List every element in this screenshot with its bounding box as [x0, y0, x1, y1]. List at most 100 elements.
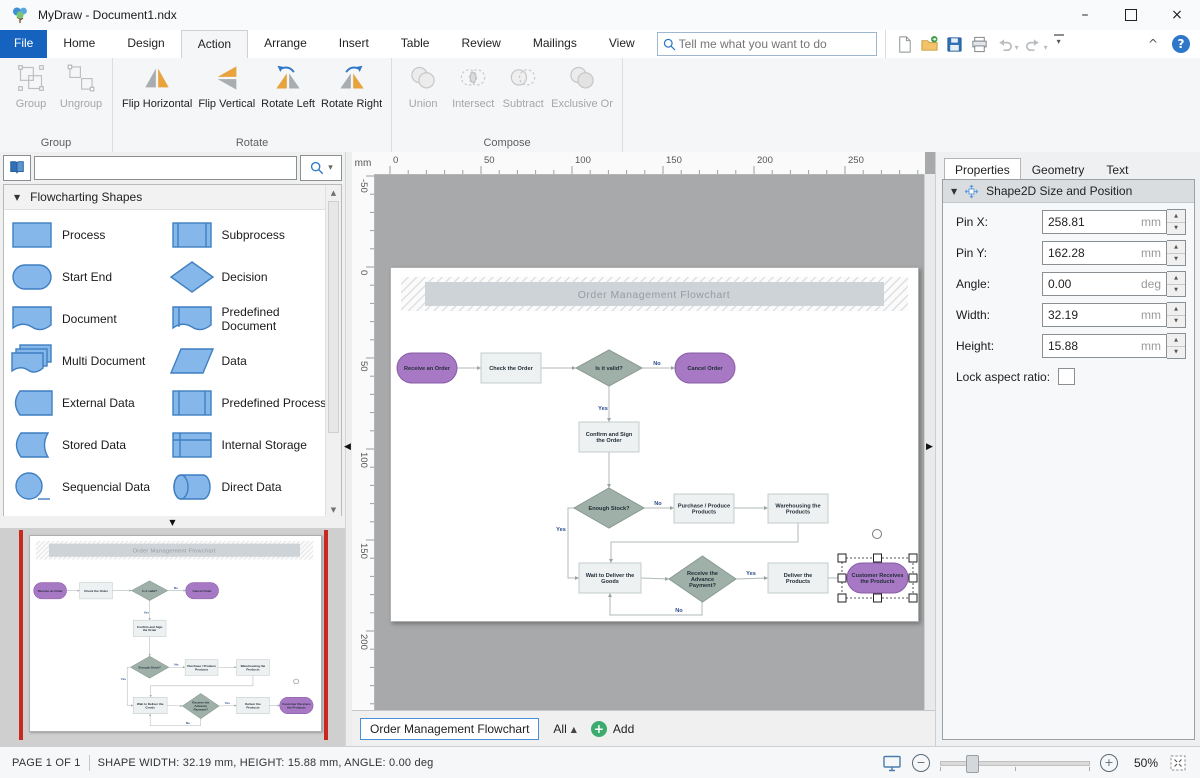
node-is-it-valid[interactable]: Is it valid?: [576, 350, 642, 386]
shape-list-scrollbar[interactable]: ▲ ▼: [325, 185, 341, 517]
shape-item-process[interactable]: Process: [8, 214, 168, 256]
zoom-slider-thumb[interactable]: [966, 755, 979, 773]
group-button[interactable]: Group: [6, 60, 56, 111]
node-wait-deliver[interactable]: Wait to Deliver theGoods: [133, 697, 167, 713]
height-spinner[interactable]: ▲▼: [1167, 333, 1186, 359]
library-book-button[interactable]: [3, 155, 31, 181]
angle-spinner[interactable]: ▲▼: [1167, 271, 1186, 297]
connector[interactable]: [568, 508, 579, 578]
selection-handle[interactable]: [909, 574, 917, 582]
connector[interactable]: [736, 578, 768, 579]
scrollbar-thumb[interactable]: [328, 201, 339, 433]
node-receive-order[interactable]: Receive an Order: [34, 582, 67, 598]
save-button[interactable]: [943, 33, 966, 56]
minimize-button[interactable]: –: [1062, 0, 1108, 30]
library-preview-splitter[interactable]: ▼: [0, 516, 345, 528]
selection-handle[interactable]: [874, 554, 882, 562]
add-page-button[interactable]: + Add: [591, 721, 634, 737]
selection-handle[interactable]: [909, 594, 917, 602]
node-warehousing[interactable]: Warehousing theProducts: [237, 660, 270, 676]
tab-action[interactable]: Action: [181, 30, 248, 58]
connector[interactable]: [167, 705, 182, 706]
node-customer-receives[interactable]: Customer Receivesthe Products: [280, 697, 313, 713]
fit-page-icon[interactable]: [1168, 753, 1188, 773]
node-confirm-sign[interactable]: Confirm and Signthe Order: [579, 422, 639, 452]
shape-item-document[interactable]: Document: [8, 298, 168, 340]
shape2d-section-header[interactable]: ▼ Shape2D Size and Position: [943, 180, 1194, 203]
shape-section-header[interactable]: ▼ Flowcharting Shapes: [4, 185, 341, 210]
drawing-page[interactable]: Order Management FlowchartNoYesNoYesYesN…: [390, 267, 919, 622]
new-document-button[interactable]: [893, 33, 916, 56]
page-tab-active[interactable]: Order Management Flowchart: [360, 718, 539, 740]
pin-x-input[interactable]: 258.81mm: [1042, 210, 1167, 234]
customize-toolbar-button[interactable]: ▾: [1054, 34, 1064, 50]
fit-screen-icon[interactable]: [882, 753, 902, 773]
scroll-up-button[interactable]: ▲: [326, 185, 341, 200]
shape-item-start-end[interactable]: Start End: [8, 256, 168, 298]
connector[interactable]: [219, 705, 236, 706]
spin-down-icon[interactable]: ▼: [1167, 285, 1185, 297]
connection-point[interactable]: [873, 530, 882, 539]
tab-review[interactable]: Review: [445, 30, 516, 58]
chevron-down-icon[interactable]: ▾: [1015, 43, 1019, 52]
spin-up-icon[interactable]: ▲: [1167, 241, 1185, 254]
preview-viewport-indicator-right[interactable]: [324, 530, 328, 740]
shape-item-predefined-process[interactable]: Predefined Process: [168, 382, 328, 424]
node-enough-stock[interactable]: Enough Stock?: [574, 488, 644, 528]
drawing-viewport[interactable]: Order Management FlowchartNoYesNoYesYesN…: [374, 174, 925, 710]
spin-down-icon[interactable]: ▼: [1167, 316, 1185, 328]
width-input[interactable]: 32.19mm: [1042, 303, 1167, 327]
spin-down-icon[interactable]: ▼: [1167, 347, 1185, 359]
tab-home[interactable]: Home: [47, 30, 111, 58]
width-spinner[interactable]: ▲▼: [1167, 302, 1186, 328]
print-button[interactable]: [968, 33, 991, 56]
shape-search-button[interactable]: ▾: [300, 155, 342, 181]
node-warehousing[interactable]: Warehousing theProducts: [768, 494, 828, 523]
redo-button[interactable]: [1022, 33, 1045, 56]
shape-item-predefined-document[interactable]: Predefined Document: [168, 298, 328, 340]
spin-up-icon[interactable]: ▲: [1167, 210, 1185, 223]
node-purchase-produce[interactable]: Purchase / ProduceProducts: [185, 660, 218, 676]
node-cancel-order[interactable]: Cancel Order: [675, 353, 735, 383]
shape-search-input[interactable]: [34, 156, 297, 180]
exclusive-or-button[interactable]: Exclusive Or: [548, 60, 616, 111]
zoom-slider-rail[interactable]: [940, 761, 1090, 766]
rotate-left-button[interactable]: Rotate Left: [258, 60, 318, 111]
tell-me-input[interactable]: [677, 36, 872, 52]
node-confirm-sign[interactable]: Confirm and Signthe Order: [133, 620, 166, 636]
chevron-down-icon[interactable]: ▾: [1044, 43, 1048, 52]
spin-down-icon[interactable]: ▼: [1167, 254, 1185, 266]
right-panel-splitter[interactable]: ▶: [924, 174, 935, 710]
spin-up-icon[interactable]: ▲: [1167, 272, 1185, 285]
shape-item-multi-document[interactable]: Multi Document: [8, 340, 168, 382]
open-button[interactable]: [918, 33, 941, 56]
selection-handle[interactable]: [838, 594, 846, 602]
pin-y-input[interactable]: 162.28mm: [1042, 241, 1167, 265]
connection-point[interactable]: [294, 679, 299, 684]
union-button[interactable]: Union: [398, 60, 448, 111]
selection-handle[interactable]: [838, 574, 846, 582]
selection-handle[interactable]: [838, 554, 846, 562]
zoom-slider[interactable]: [940, 753, 1090, 773]
page-filter-dropdown[interactable]: All ▲: [553, 722, 577, 736]
shape-item-decision[interactable]: Decision: [168, 256, 328, 298]
node-customer-receives[interactable]: Customer Receivesthe Products: [838, 554, 917, 602]
node-receive-order[interactable]: Receive an Order: [397, 353, 457, 383]
tab-design[interactable]: Design: [111, 30, 180, 58]
pin-y-spinner[interactable]: ▲▼: [1167, 240, 1186, 266]
node-wait-deliver[interactable]: Wait to Deliver theGoods: [579, 563, 641, 593]
selection-handle[interactable]: [874, 594, 882, 602]
shape-item-internal-storage[interactable]: Internal Storage: [168, 424, 328, 466]
spin-down-icon[interactable]: ▼: [1167, 223, 1185, 235]
flip-vertical-button[interactable]: Flip Vertical: [195, 60, 258, 111]
maximize-button[interactable]: [1108, 0, 1154, 30]
preview-viewport-indicator-left[interactable]: [19, 530, 23, 740]
node-cancel-order[interactable]: Cancel Order: [186, 582, 219, 598]
zoom-in-button[interactable]: +: [1100, 754, 1118, 772]
tab-insert[interactable]: Insert: [323, 30, 385, 58]
ungroup-button[interactable]: Ungroup: [56, 60, 106, 111]
help-button[interactable]: ?: [1172, 35, 1190, 53]
tab-table[interactable]: Table: [385, 30, 446, 58]
rotate-right-button[interactable]: Rotate Right: [318, 60, 385, 111]
pan-zoom-preview[interactable]: Order Management FlowchartNoYesNoYesYesN…: [0, 528, 345, 746]
